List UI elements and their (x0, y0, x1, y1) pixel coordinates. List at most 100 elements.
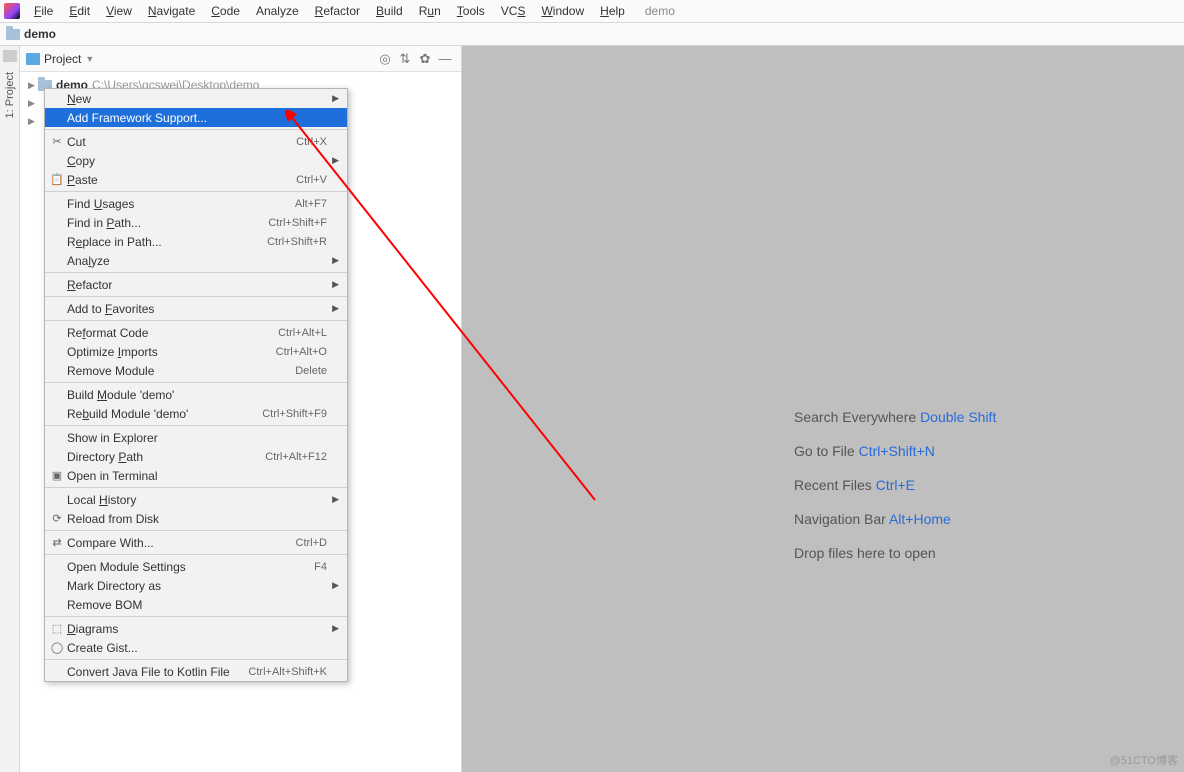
menu-shortcut: Ctrl+Shift+F9 (262, 408, 327, 420)
menu-item-replace-in-path[interactable]: Replace in Path...Ctrl+Shift+R (45, 232, 347, 251)
breadcrumb-label: demo (24, 27, 56, 41)
menu-item-open-in-terminal[interactable]: ▣Open in Terminal (45, 466, 347, 485)
menu-tools[interactable]: Tools (449, 2, 493, 20)
welcome-tips: Search Everywhere Double ShiftGo to File… (794, 400, 996, 570)
menu-separator (45, 272, 347, 273)
github-icon: ◯ (49, 641, 65, 654)
menu-item-add-to-favorites[interactable]: Add to Favorites▶ (45, 299, 347, 318)
tip-row: Recent Files Ctrl+E (794, 468, 996, 502)
tip-text: Drop files here to open (794, 545, 936, 561)
menu-item-refactor[interactable]: Refactor▶ (45, 275, 347, 294)
menu-item-label: New (65, 92, 327, 106)
menu-item-local-history[interactable]: Local History▶ (45, 490, 347, 509)
menu-item-label: Show in Explorer (65, 431, 327, 445)
menu-edit[interactable]: Edit (61, 2, 98, 20)
menu-run[interactable]: Run (411, 2, 449, 20)
menu-item-label: Paste (65, 173, 296, 187)
menu-item-find-in-path[interactable]: Find in Path...Ctrl+Shift+F (45, 213, 347, 232)
menu-item-analyze[interactable]: Analyze▶ (45, 251, 347, 270)
menu-item-build-module-demo[interactable]: Build Module 'demo' (45, 385, 347, 404)
menu-code[interactable]: Code (203, 2, 248, 20)
menu-vcs[interactable]: VCS (493, 2, 534, 20)
menu-item-directory-path[interactable]: Directory PathCtrl+Alt+F12 (45, 447, 347, 466)
menu-item-copy[interactable]: Copy▶ (45, 151, 347, 170)
menu-item-label: Replace in Path... (65, 235, 267, 249)
menu-item-mark-directory-as[interactable]: Mark Directory as▶ (45, 576, 347, 595)
submenu-arrow-icon: ▶ (327, 155, 339, 166)
menu-item-remove-bom[interactable]: Remove BOM (45, 595, 347, 614)
chevron-right-icon[interactable]: ▶ (28, 116, 38, 127)
menu-separator (45, 616, 347, 617)
context-menu: New▶Add Framework Support...✂CutCtrl+XCo… (44, 88, 348, 682)
tip-shortcut: Alt+Home (889, 511, 951, 527)
project-view-icon (26, 53, 40, 65)
menu-separator (45, 191, 347, 192)
menu-item-label: Open Module Settings (65, 560, 314, 574)
menu-item-show-in-explorer[interactable]: Show in Explorer (45, 428, 347, 447)
menu-item-label: Build Module 'demo' (65, 388, 327, 402)
menu-item-optimize-imports[interactable]: Optimize ImportsCtrl+Alt+O (45, 342, 347, 361)
tip-shortcut: Ctrl+Shift+N (859, 443, 935, 459)
tip-shortcut: Double Shift (920, 409, 996, 425)
submenu-arrow-icon: ▶ (327, 279, 339, 290)
tip-text: Go to File (794, 443, 859, 459)
side-tab-project[interactable]: 1: Project (0, 46, 20, 772)
chevron-right-icon[interactable]: ▶ (28, 80, 38, 91)
menu-item-label: Convert Java File to Kotlin File (65, 665, 248, 679)
menu-item-label: Find in Path... (65, 216, 268, 230)
menu-help[interactable]: Help (592, 2, 633, 20)
menu-item-reformat-code[interactable]: Reformat CodeCtrl+Alt+L (45, 323, 347, 342)
breadcrumb[interactable]: demo (0, 22, 1184, 46)
menu-navigate[interactable]: Navigate (140, 2, 203, 20)
settings-icon[interactable]: ⇅ (397, 51, 413, 67)
menu-item-remove-module[interactable]: Remove ModuleDelete (45, 361, 347, 380)
menu-shortcut: Ctrl+Alt+F12 (265, 451, 327, 463)
menu-separator (45, 320, 347, 321)
menu-item-new[interactable]: New▶ (45, 89, 347, 108)
tip-text: Recent Files (794, 477, 876, 493)
menu-item-compare-with[interactable]: ⇄Compare With...Ctrl+D (45, 533, 347, 552)
menu-item-label: Create Gist... (65, 641, 327, 655)
menu-shortcut: Delete (295, 365, 327, 377)
menu-view[interactable]: View (98, 2, 140, 20)
menu-shortcut: Ctrl+Alt+L (278, 327, 327, 339)
menu-item-find-usages[interactable]: Find UsagesAlt+F7 (45, 194, 347, 213)
folder-icon (6, 29, 20, 40)
menu-file[interactable]: File (26, 2, 61, 20)
menu-analyze[interactable]: Analyze (248, 2, 307, 20)
menu-item-rebuild-module-demo[interactable]: Rebuild Module 'demo'Ctrl+Shift+F9 (45, 404, 347, 423)
menu-item-create-gist[interactable]: ◯Create Gist... (45, 638, 347, 657)
menu-item-label: Open in Terminal (65, 469, 327, 483)
chevron-down-icon[interactable]: ▼ (85, 54, 94, 64)
menu-item-label: Remove BOM (65, 598, 327, 612)
panel-title[interactable]: Project (44, 52, 81, 66)
menu-shortcut: Ctrl+Alt+Shift+K (248, 666, 327, 678)
menu-item-cut[interactable]: ✂CutCtrl+X (45, 132, 347, 151)
menu-item-convert-java-file-to-kotlin-file[interactable]: Convert Java File to Kotlin FileCtrl+Alt… (45, 662, 347, 681)
menu-item-paste[interactable]: 📋PasteCtrl+V (45, 170, 347, 189)
menu-item-open-module-settings[interactable]: Open Module SettingsF4 (45, 557, 347, 576)
menu-item-label: Reload from Disk (65, 512, 327, 526)
gear-icon[interactable]: ✿ (417, 51, 433, 67)
menu-item-reload-from-disk[interactable]: ⟳Reload from Disk (45, 509, 347, 528)
menu-shortcut: Ctrl+V (296, 174, 327, 186)
menu-window[interactable]: Window (533, 2, 592, 20)
app-logo-icon (4, 3, 20, 19)
target-icon[interactable]: ◎ (377, 51, 393, 67)
menu-item-label: Remove Module (65, 364, 295, 378)
tip-row: Navigation Bar Alt+Home (794, 502, 996, 536)
menu-item-add-framework-support[interactable]: Add Framework Support... (45, 108, 347, 127)
menu-build[interactable]: Build (368, 2, 411, 20)
menu-shortcut: Alt+F7 (295, 198, 327, 210)
menu-shortcut: Ctrl+D (296, 537, 327, 549)
menu-separator (45, 487, 347, 488)
submenu-arrow-icon: ▶ (327, 623, 339, 634)
menu-refactor[interactable]: Refactor (307, 2, 368, 20)
panel-header: Project ▼ ◎ ⇅ ✿ — (20, 46, 461, 72)
menu-item-diagrams[interactable]: ⬚Diagrams▶ (45, 619, 347, 638)
menu-shortcut: Ctrl+Shift+F (268, 217, 327, 229)
menu-separator (45, 382, 347, 383)
chevron-right-icon[interactable]: ▶ (28, 98, 38, 109)
menu-item-label: Add to Favorites (65, 302, 327, 316)
minimize-icon[interactable]: — (437, 51, 453, 66)
